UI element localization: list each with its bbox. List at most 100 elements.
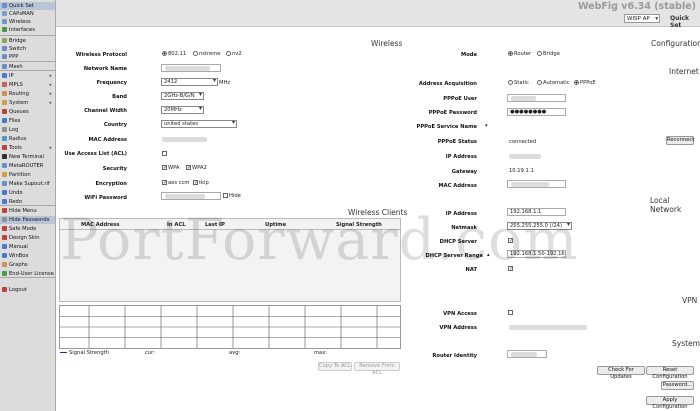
undo-icon — [2, 190, 7, 195]
radio-icon — [537, 51, 542, 56]
chevron-right-icon: ▸ — [49, 145, 52, 151]
frequency-select[interactable]: 2412 — [161, 78, 218, 86]
sidebar: Quick Set CAPsMAN Wireless Interfaces Bridge… — [0, 0, 56, 411]
sidebar-item-label: Hide Menu — [9, 208, 37, 214]
sidebar-divider — [0, 70, 55, 71]
switch-icon — [2, 46, 7, 51]
country-label: Country — [103, 122, 127, 128]
radius-icon — [2, 136, 7, 141]
protocol-nv2-radio[interactable]: nv2 — [226, 51, 242, 57]
sidebar-item-label: Undo — [9, 190, 23, 196]
remove-from-acl-button[interactable]: Remove From ACL — [354, 362, 400, 376]
sidebar-item-switch[interactable]: Switch — [0, 45, 55, 53]
sidebar-divider — [0, 61, 55, 62]
wifi-password-input[interactable] — [161, 192, 221, 200]
sidebar-item-label: Design Skin — [9, 235, 40, 241]
sidebar-item-radius[interactable]: Radius — [0, 135, 55, 143]
sidebar-item-log[interactable]: Log — [0, 126, 55, 134]
capsman-icon — [2, 11, 7, 16]
chevron-right-icon: ▸ — [49, 82, 52, 88]
sidebar-item-routing[interactable]: Routing ▸ — [0, 90, 55, 98]
sidebar-item-ppp[interactable]: PPP — [0, 53, 55, 61]
manual-icon — [2, 244, 7, 249]
quick-set-label: Quick Set — [670, 15, 689, 29]
security-wpa-checkbox[interactable]: ✓WPA — [162, 165, 179, 171]
sidebar-item-manual[interactable]: Manual — [0, 243, 55, 251]
sidebar-item-undo[interactable]: Undo — [0, 189, 55, 197]
sidebar-item-mpls[interactable]: MPLS ▸ — [0, 81, 55, 89]
sidebar-item-tools[interactable]: Tools ▸ — [0, 144, 55, 152]
expand-arrow-icon[interactable]: ▾ — [485, 123, 488, 129]
frequency-label: Frequency — [96, 80, 127, 86]
channel-width-select[interactable]: 20MHz — [161, 106, 204, 114]
sidebar-item-ip[interactable]: IP ▸ — [0, 72, 55, 80]
logout-icon — [2, 287, 7, 292]
sidebar-item-safe-mode[interactable]: Safe Mode — [0, 225, 55, 233]
system-icon — [2, 100, 7, 105]
sidebar-item-winbox[interactable]: WinBox — [0, 252, 55, 260]
pppoe-password-input[interactable]: ●●●●●●●● — [507, 108, 566, 116]
security-wpa2-checkbox[interactable]: ✓WPA2 — [186, 165, 207, 171]
password-button[interactable]: Password... — [661, 381, 694, 390]
hide-password-checkbox[interactable]: Hide — [223, 193, 241, 199]
internet-ip-label: IP Address — [445, 154, 477, 160]
acq-static-radio[interactable]: Static — [508, 80, 529, 86]
router-identity-input[interactable] — [507, 350, 547, 358]
sidebar-item-label: Partition — [9, 172, 31, 178]
sidebar-item-label: Queues — [9, 109, 29, 115]
sidebar-item-metarouter[interactable]: MetaROUTER — [0, 162, 55, 170]
copy-to-acl-button[interactable]: Copy To ACL — [318, 362, 352, 371]
sidebar-item-hide-passwords[interactable]: Hide Passwords — [0, 216, 55, 224]
radio-icon — [193, 51, 198, 56]
sidebar-item-wireless[interactable]: Wireless — [0, 18, 55, 26]
protocol-nstreme-radio[interactable]: nstreme — [193, 51, 220, 57]
sidebar-item-label: Log — [9, 127, 19, 133]
sidebar-item-files[interactable]: Files — [0, 117, 55, 125]
bridge-icon — [2, 38, 7, 43]
sidebar-item-label: Bridge — [9, 38, 26, 44]
apply-configuration-button[interactable]: Apply Configuration — [646, 396, 694, 410]
acq-pppoe-radio[interactable]: PPPoE — [574, 80, 596, 86]
check-for-updates-button[interactable]: Check For Updates — [597, 366, 645, 380]
sidebar-item-partition[interactable]: Partition — [0, 171, 55, 179]
top-bar: WebFig v6.34 (stable) — [56, 0, 700, 27]
country-select[interactable]: united states — [161, 120, 237, 128]
acl-checkbox[interactable] — [162, 151, 167, 156]
vpn-address-label: VPN Address — [439, 325, 477, 331]
gateway-value: 10.19.1.1 — [509, 168, 534, 174]
hide-passwords-icon — [2, 217, 7, 222]
band-select[interactable]: 2GHz-B/G/N — [161, 92, 204, 100]
encryption-tkip-checkbox[interactable]: ✓tkip — [193, 180, 209, 186]
vpn-access-checkbox[interactable] — [508, 310, 513, 315]
sidebar-divider — [0, 277, 55, 278]
sidebar-item-interfaces[interactable]: Interfaces — [0, 26, 55, 34]
mode-bridge-radio[interactable]: Bridge — [537, 51, 560, 57]
protocol-80211-radio[interactable]: 802.11 — [162, 51, 186, 57]
sidebar-item-make-supout-rif[interactable]: Make Supout.rif — [0, 180, 55, 188]
encryption-aes-checkbox[interactable]: ✓aes ccm — [162, 180, 189, 186]
reset-configuration-button[interactable]: Reset Configuration — [646, 366, 694, 380]
sidebar-item-queues[interactable]: Queues — [0, 108, 55, 116]
pppoe-service-name-label: PPPoE Service Name — [416, 124, 477, 130]
sidebar-item-capsman[interactable]: CAPsMAN — [0, 10, 55, 18]
sidebar-item-logout[interactable]: Logout — [0, 286, 55, 294]
mode-select[interactable]: WISP AP ▾ — [624, 14, 660, 23]
checkmark-icon: ✓ — [162, 180, 168, 186]
internet-mac-input[interactable] — [507, 180, 566, 188]
network-name-input[interactable] — [161, 64, 221, 72]
acq-automatic-radio[interactable]: Automatic — [537, 80, 570, 86]
pppoe-user-input[interactable] — [507, 94, 566, 102]
sidebar-item-graphs[interactable]: Graphs — [0, 261, 55, 269]
sidebar-item-label: IP — [9, 73, 14, 79]
internet-heading: Internet — [669, 67, 699, 76]
sidebar-item-hide-menu[interactable]: Hide Menu — [0, 207, 55, 215]
sidebar-item-system[interactable]: System ▸ — [0, 99, 55, 107]
sidebar-item-new-terminal[interactable]: New Terminal — [0, 153, 55, 161]
acl-label: Use Access List (ACL) — [64, 151, 127, 157]
sidebar-item-bridge[interactable]: Bridge — [0, 37, 55, 45]
mode-router-radio[interactable]: Router — [508, 51, 531, 57]
signal-graph-grid — [60, 306, 400, 348]
sidebar-item-quick-set[interactable]: Quick Set — [0, 2, 55, 10]
sidebar-item-design-skin[interactable]: Design Skin — [0, 234, 55, 242]
reconnect-button[interactable]: Reconnect — [666, 136, 694, 145]
